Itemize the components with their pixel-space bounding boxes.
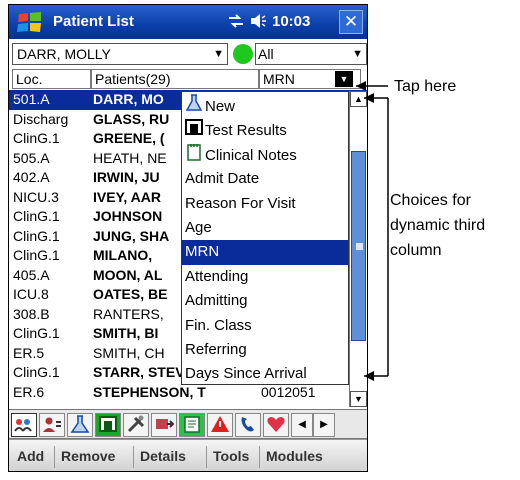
menu-item-label: Attending [185,267,249,285]
patient-location: ER.6 [13,383,45,400]
patient-location: ClinG.1 [13,208,60,224]
scroll-thumb[interactable] [351,151,366,341]
scroll-grip [356,243,363,250]
test-results-icon [185,118,205,144]
transfer-icon[interactable] [151,413,177,437]
pda-screen: Patient List 10:03 ✕ DARR, MOLLY ▼ All ▼… [8,4,368,472]
patients-icon[interactable] [11,413,37,437]
menu-item-label: New [205,97,236,115]
patient-location: ClinG.1 [13,247,60,263]
choices-callout-line: column [390,242,442,259]
column-header-location[interactable]: Loc. [12,69,91,89]
column-header-patients[interactable]: Patients(29) [91,69,259,89]
patient-selector-value: DARR, MOLLY [17,46,111,62]
scroll-right-icon[interactable]: ▶ [313,413,335,437]
menu-item-label: Test Results [205,122,287,140]
bottom-menu-bar: Add Remove Details Tools Modules [9,439,367,471]
menu-item-label: Age [185,219,212,236]
alert-icon[interactable] [207,413,233,437]
menu-item-label: Clinical Notes [205,146,297,164]
connectivity-icon[interactable] [227,11,245,31]
menu-item-age[interactable]: Age [182,216,348,240]
scroll-left-icon[interactable]: ◀ [291,413,313,437]
flask-icon[interactable] [67,413,93,437]
patient-selector[interactable]: DARR, MOLLY ▼ [12,43,228,65]
tap-here-callout: Tap here [394,78,457,95]
menu-item-label: Days Since Arrival [185,365,307,383]
dropdown-arrow-icon: ▼ [213,48,224,60]
patient-location: NICU.3 [13,188,59,205]
menu-item-fin-class[interactable]: Fin. Class [182,314,348,338]
scrollbar[interactable]: ▲ ▼ [349,91,367,407]
menu-separator [206,446,207,468]
list-filter-selector[interactable]: All ▼ [255,43,367,65]
patient-location: 505.A [13,149,50,166]
speaker-icon[interactable] [249,11,269,31]
details-button[interactable]: Details [140,448,186,464]
test-results-icon[interactable] [95,413,121,437]
menu-item-referring[interactable]: Referring [182,338,348,362]
choices-callout-line: dynamic third [390,217,486,234]
filter-row: DARR, MOLLY ▼ All ▼ [9,43,367,65]
patient-location: ClinG.1 [13,325,60,341]
close-button[interactable]: ✕ [339,10,363,34]
menu-item-reason-for-visit[interactable]: Reason For Visit [182,192,348,216]
scroll-up-button[interactable]: ▲ [350,91,367,107]
patient-location: 405.A [13,266,50,283]
menu-separator [259,446,260,468]
menu-item-test-results[interactable]: Test Results [182,118,348,142]
modules-button[interactable]: Modules [266,448,323,464]
menu-item-label: Admit Date [185,170,260,188]
dropdown-arrow-icon: ▼ [352,48,363,60]
tools-icon[interactable] [123,413,149,437]
scroll-down-button[interactable]: ▼ [350,391,367,407]
heart-icon[interactable] [263,413,289,437]
column-header: Loc. Patients(29) MRN [9,69,367,89]
patient-location: ClinG.1 [13,227,60,244]
patient-location: ClinG.1 [13,130,60,146]
third-column-menu: New Test Results Clinical Notes Admit Date R… [181,91,349,385]
status-indicator [233,44,253,64]
patient-location: ICU.8 [13,286,49,302]
windows-start-icon[interactable] [15,10,45,34]
module-toolbar: ◀ ▶ [9,409,367,439]
patient-location: ER.5 [13,344,45,361]
choices-callout: Choices for dynamic third column [390,188,485,263]
menu-item-days-since-arrival[interactable]: Days Since Arrival [182,362,348,386]
clock[interactable]: 10:03 [272,13,310,30]
title-bar: Patient List 10:03 ✕ [9,5,367,39]
menu-separator [133,446,134,468]
remove-button[interactable]: Remove [61,448,115,464]
patient-location: 501.A [13,91,50,107]
menu-item-admit-date[interactable]: Admit Date [182,167,348,191]
notes-icon[interactable] [179,413,205,437]
menu-item-attending[interactable]: Attending [182,265,348,289]
tools-button[interactable]: Tools [213,448,249,464]
menu-item-label: Reason For Visit [185,194,296,212]
menu-item-mrn[interactable]: MRN [182,240,348,265]
menu-item-label: Referring [185,341,247,358]
list-filter-value: All [258,46,274,62]
menu-item-new[interactable]: New [182,94,348,118]
phone-icon[interactable] [235,413,261,437]
patient-location: ClinG.1 [13,364,60,380]
user-filter-icon[interactable] [39,413,65,437]
notes-icon [185,143,205,169]
flask-icon [185,94,205,120]
patient-location: 308.B [13,305,50,322]
patient-location: 402.A [13,169,50,185]
menu-separator [54,446,55,468]
third-column-dropdown-button[interactable]: ▼ [335,71,353,87]
menu-item-label: Fin. Class [185,316,252,334]
add-button[interactable]: Add [17,448,44,464]
menu-item-clinical-notes[interactable]: Clinical Notes [182,143,348,167]
menu-item-label: MRN [185,243,220,261]
menu-item-label: Admitting [185,292,248,310]
choices-callout-line: Choices for [390,192,471,209]
menu-item-admitting[interactable]: Admitting [182,289,348,313]
patient-location: Discharg [13,110,69,127]
window-title: Patient List [53,13,134,30]
